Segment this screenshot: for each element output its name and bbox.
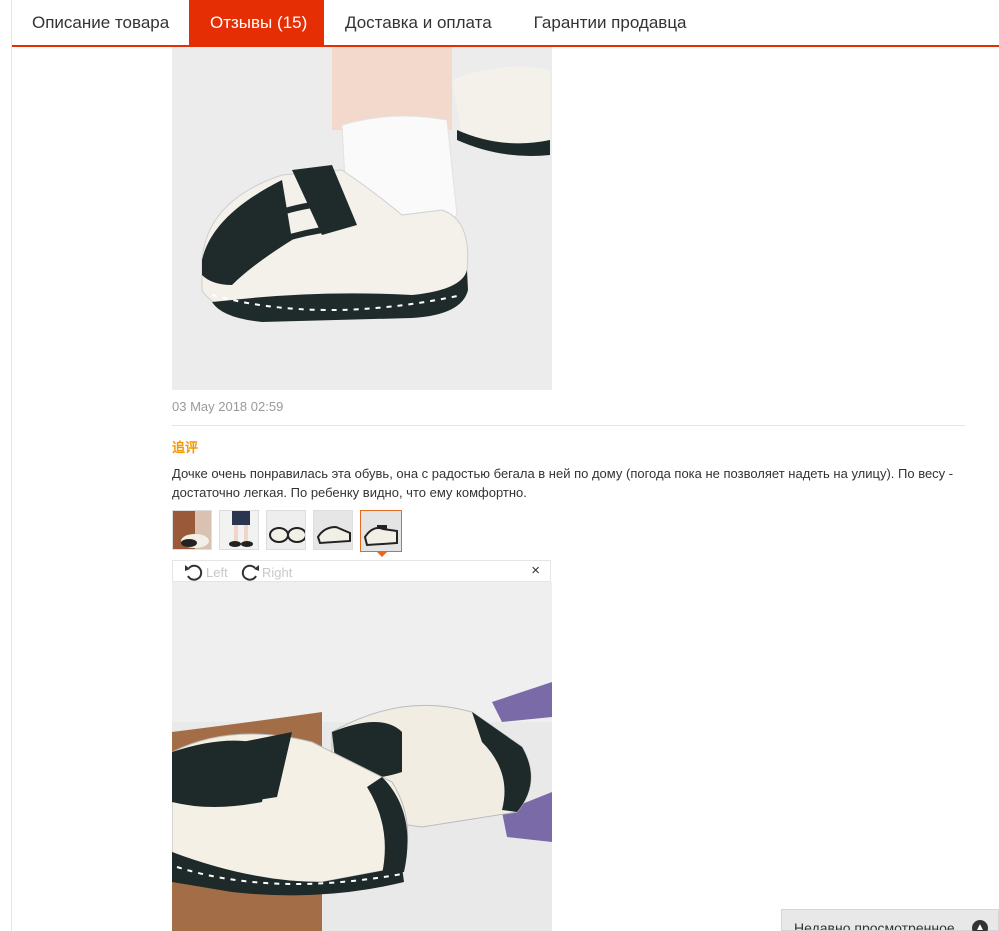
- thumbnail-image: [314, 511, 352, 549]
- review-thumbnail[interactable]: [313, 510, 353, 550]
- review-photo-large[interactable]: [172, 582, 552, 931]
- close-viewer-button[interactable]: ×: [531, 562, 540, 579]
- review-text: Дочке очень понравилась эта обувь, она с…: [172, 466, 954, 500]
- review-thumbnail[interactable]: [266, 510, 306, 550]
- review-thumbnails: [172, 510, 409, 552]
- chevron-up-icon[interactable]: ▲: [972, 920, 988, 931]
- tab-description[interactable]: Описание товара: [12, 0, 189, 45]
- rotate-right-button[interactable]: Right: [239, 562, 292, 582]
- page: 03 May 2018 02:59 追评 Дочке очень понрави…: [0, 0, 999, 931]
- review-thumbnail[interactable]: [219, 510, 259, 550]
- review-date: 03 May 2018 02:59: [172, 399, 284, 414]
- tab-reviews[interactable]: Отзывы (15): [189, 0, 324, 45]
- recently-viewed-label: Недавно просмотренное: [794, 920, 955, 931]
- review-photo-top[interactable]: [172, 40, 552, 390]
- rotate-right-icon: [241, 564, 259, 581]
- tab-delivery[interactable]: Доставка и оплата: [324, 0, 513, 45]
- review-thumbnail[interactable]: [172, 510, 212, 550]
- thumbnail-image: [361, 511, 401, 551]
- thumbnail-image: [173, 511, 211, 549]
- followup-label: 追评: [172, 440, 199, 455]
- tab-guarantees[interactable]: Гарантии продавца: [513, 0, 708, 45]
- rotate-left-icon: [185, 564, 203, 581]
- thumbnail-image: [267, 511, 305, 549]
- shoe-photo-top: [172, 40, 552, 390]
- shoe-photo-large: [172, 582, 552, 931]
- rotate-left-label: Left: [206, 564, 228, 580]
- thumbnail-image: [220, 511, 258, 549]
- review-divider: [172, 425, 965, 426]
- left-rule: [11, 0, 12, 931]
- rotate-right-label: Right: [262, 564, 293, 580]
- active-thumbnail-caret: [376, 551, 388, 557]
- recently-viewed-panel[interactable]: Недавно просмотренное: [781, 909, 999, 931]
- rotate-left-button[interactable]: Left: [183, 562, 228, 582]
- image-viewer-toolbar: Left Right ×: [172, 560, 551, 582]
- product-tabs: Описание товара Отзывы (15) Доставка и о…: [12, 0, 999, 47]
- review-thumbnail-active[interactable]: [360, 510, 402, 552]
